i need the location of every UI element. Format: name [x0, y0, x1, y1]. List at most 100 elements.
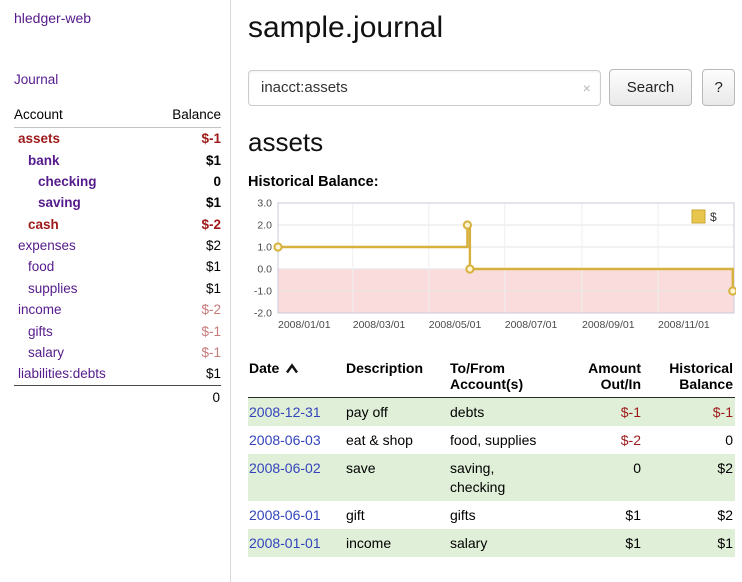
register-date[interactable]: 2008-06-02: [249, 460, 321, 476]
register-date[interactable]: 2008-06-03: [249, 432, 321, 448]
account-link[interactable]: salary: [14, 345, 64, 360]
account-row: saving $1: [14, 192, 221, 213]
account-balance: $-1: [201, 324, 221, 339]
account-heading: assets: [248, 127, 735, 158]
account-link[interactable]: supplies: [14, 281, 78, 296]
register-row: 2008-12-31pay offdebts$-1$-1: [248, 398, 735, 427]
account-link[interactable]: food: [14, 259, 54, 274]
account-balance: $1: [206, 153, 221, 168]
account-row: bank $1: [14, 149, 221, 170]
account-row: gifts $-1: [14, 320, 221, 341]
account-row: liabilities:debts $1: [14, 363, 221, 384]
account-link[interactable]: cash: [14, 217, 59, 232]
svg-text:-1.0: -1.0: [254, 286, 272, 298]
page-title: sample.journal: [248, 11, 735, 45]
account-balance: $1: [206, 259, 221, 274]
account-row: salary $-1: [14, 342, 221, 363]
main-content: sample.journal × Search ? assets Histori…: [231, 0, 742, 582]
register-balance: $1: [717, 535, 733, 551]
svg-text:$: $: [710, 210, 717, 224]
register-amount: $-2: [621, 432, 641, 448]
account-row: supplies $1: [14, 278, 221, 299]
account-balance: $-2: [201, 217, 221, 232]
register-row: 2008-06-03eat & shopfood, supplies$-20: [248, 426, 735, 454]
register-balance: $2: [717, 460, 733, 476]
register-row: 2008-06-02savesaving, checking0$2: [248, 454, 735, 500]
register-row: 2008-06-01 gift gifts $1 $2: [248, 501, 735, 529]
svg-text:2008/07/01: 2008/07/01: [505, 319, 558, 331]
register-header-date[interactable]: Date: [248, 358, 345, 398]
register-accounts: salary: [450, 535, 487, 551]
account-row: income $-2: [14, 299, 221, 320]
search-box: ×: [248, 70, 601, 106]
register-date[interactable]: 2008-06-01: [249, 507, 321, 523]
register-amount: 0: [633, 460, 641, 476]
account-link[interactable]: checking: [14, 174, 97, 189]
register-header-description: Description: [345, 358, 449, 398]
search-bar: × Search ?: [248, 69, 735, 106]
register-row: 2008-01-01 income salary $1 $1: [248, 529, 735, 557]
svg-text:0.0: 0.0: [257, 264, 272, 276]
account-row: cash $-2: [14, 214, 221, 235]
account-link[interactable]: expenses: [14, 238, 76, 253]
account-balance: $2: [206, 238, 221, 253]
account-balance: $-1: [201, 131, 221, 146]
account-link[interactable]: liabilities:debts: [14, 366, 106, 381]
help-button[interactable]: ?: [702, 69, 735, 106]
svg-text:2008/11/01: 2008/11/01: [658, 319, 710, 331]
accounts-table-body: assets $-1 bank $1 checking 0 saving $1 cash $-2 e…: [14, 128, 221, 385]
accounts-total: 0: [14, 385, 221, 405]
search-button[interactable]: Search: [609, 69, 693, 106]
chart-area: $3.02.01.00.0-1.0-2.02008/01/012008/03/0…: [248, 198, 735, 345]
register-header-balance: Historical Balance: [643, 358, 735, 398]
clear-search-icon[interactable]: ×: [583, 81, 591, 95]
register-header-amount: Amount Out/In: [555, 358, 643, 398]
register-balance: $-1: [713, 404, 733, 420]
account-row: food $1: [14, 256, 221, 277]
register-accounts: gifts: [450, 507, 476, 523]
chart-title: Historical Balance:: [248, 174, 735, 190]
svg-text:2.0: 2.0: [257, 220, 272, 232]
register-description: income: [346, 535, 391, 551]
balance-chart: $3.02.01.00.0-1.0-2.02008/01/012008/03/0…: [248, 198, 736, 340]
account-balance: $-1: [201, 345, 221, 360]
register-date[interactable]: 2008-01-01: [249, 535, 321, 551]
account-balance: $1: [206, 195, 221, 210]
svg-text:2008/09/01: 2008/09/01: [582, 319, 635, 331]
search-input[interactable]: [248, 70, 601, 106]
register-balance: 0: [725, 432, 733, 448]
register-description: save: [346, 460, 376, 476]
sidebar-item-journal[interactable]: Journal: [14, 72, 58, 87]
account-link[interactable]: bank: [14, 153, 60, 168]
account-link[interactable]: assets: [14, 131, 60, 146]
svg-text:2008/05/01: 2008/05/01: [429, 319, 482, 331]
register-accounts: debts: [450, 404, 484, 420]
svg-text:-2.0: -2.0: [254, 308, 272, 320]
svg-text:1.0: 1.0: [257, 242, 272, 254]
register-table: Date Description To/From Account(s) Amou…: [248, 358, 735, 557]
account-link[interactable]: saving: [14, 195, 81, 210]
register-description: gift: [346, 507, 365, 523]
register-balance: $2: [717, 507, 733, 523]
account-row: assets $-1: [14, 128, 221, 149]
account-balance: $-2: [201, 302, 221, 317]
app-title-link[interactable]: hledger-web: [14, 10, 91, 26]
accounts-header-balance: Balance: [172, 107, 221, 122]
account-row: expenses $2: [14, 235, 221, 256]
account-link[interactable]: gifts: [14, 324, 53, 339]
account-balance: $1: [206, 366, 221, 381]
account-balance: 0: [213, 174, 221, 189]
register-amount: $-1: [621, 404, 641, 420]
account-balance: $1: [206, 281, 221, 296]
accounts-header-account: Account: [14, 107, 63, 122]
chevron-up-icon: [285, 363, 299, 374]
account-link[interactable]: income: [14, 302, 62, 317]
register-header-account: To/From Account(s): [449, 358, 555, 398]
register-amount: $1: [625, 535, 641, 551]
svg-text:3.0: 3.0: [257, 198, 272, 210]
register-date[interactable]: 2008-12-31: [249, 404, 321, 420]
register-amount: $1: [625, 507, 641, 523]
register-description: eat & shop: [346, 432, 413, 448]
account-row: checking 0: [14, 171, 221, 192]
register-table-body: 2008-12-31pay offdebts$-1$-12008-06-03ea…: [248, 398, 735, 558]
